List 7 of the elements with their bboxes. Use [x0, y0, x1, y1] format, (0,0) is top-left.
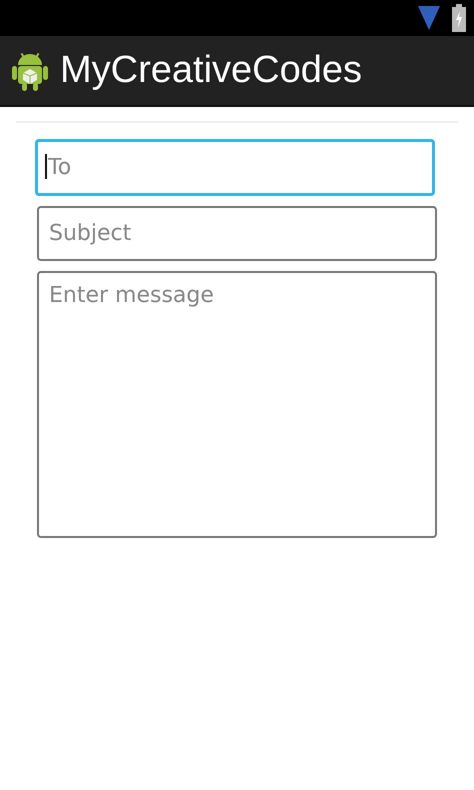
input-field[interactable]: To	[35, 139, 435, 196]
app-title: MyCreativeCodes	[60, 49, 362, 92]
message-field[interactable]: Enter message	[37, 271, 437, 538]
wifi-icon	[418, 6, 440, 30]
robot-icon	[12, 50, 48, 90]
battery-icon	[452, 4, 466, 32]
input-field[interactable]: Subject	[37, 206, 437, 261]
